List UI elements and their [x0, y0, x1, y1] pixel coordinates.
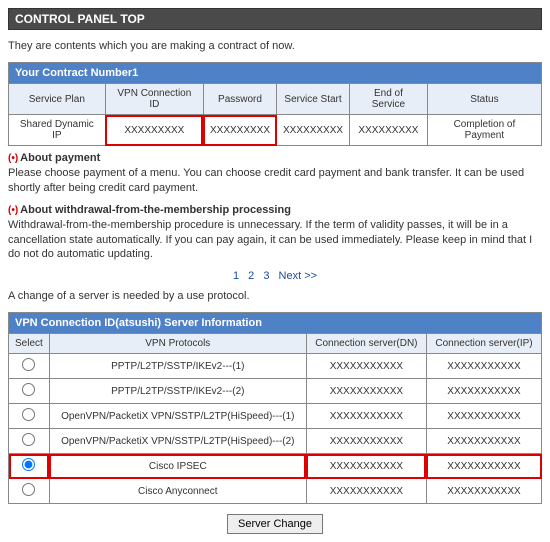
- ip-cell: XXXXXXXXXXX: [426, 479, 541, 504]
- note-payment-body: Please choose payment of a menu. You can…: [8, 166, 542, 196]
- select-radio[interactable]: [22, 358, 35, 371]
- col-password: Password: [203, 84, 276, 115]
- protocol-note: A change of a server is needed by a use …: [8, 290, 542, 302]
- page-2-link[interactable]: 2: [248, 270, 254, 282]
- server-row: Cisco IPSECXXXXXXXXXXXXXXXXXXXXXX: [9, 454, 542, 479]
- server-row: PPTP/L2TP/SSTP/IKEv2---(2)XXXXXXXXXXXXXX…: [9, 379, 542, 404]
- select-radio[interactable]: [22, 458, 35, 471]
- dn-cell: XXXXXXXXXXX: [306, 404, 426, 429]
- server-change-button[interactable]: Server Change: [227, 514, 323, 534]
- cell-password: XXXXXXXXX: [203, 115, 276, 146]
- note-withdraw-head: About withdrawal-from-the-membership pro…: [8, 204, 542, 216]
- col-select: Select: [9, 334, 50, 354]
- ip-cell: XXXXXXXXXXX: [426, 454, 541, 479]
- col-start: Service Start: [277, 84, 350, 115]
- proto-cell: Cisco Anyconnect: [49, 479, 306, 504]
- cell-plan: Shared Dynamic IP: [9, 115, 106, 146]
- select-radio[interactable]: [22, 383, 35, 396]
- server-row: PPTP/L2TP/SSTP/IKEv2---(1)XXXXXXXXXXXXXX…: [9, 354, 542, 379]
- dn-cell: XXXXXXXXXXX: [306, 379, 426, 404]
- select-radio[interactable]: [22, 433, 35, 446]
- server-row: OpenVPN/PacketiX VPN/SSTP/L2TP(HiSpeed)-…: [9, 429, 542, 454]
- cell-start: XXXXXXXXX: [277, 115, 350, 146]
- dn-cell: XXXXXXXXXXX: [306, 354, 426, 379]
- page-3-link[interactable]: 3: [263, 270, 269, 282]
- note-payment-head: About payment: [8, 152, 542, 164]
- select-cell: [9, 354, 50, 379]
- select-cell: [9, 454, 50, 479]
- proto-cell: PPTP/L2TP/SSTP/IKEv2---(2): [49, 379, 306, 404]
- col-ip: Connection server(IP): [426, 334, 541, 354]
- contract-table: Your Contract Number1 Service Plan VPN C…: [8, 62, 542, 146]
- page-1-link[interactable]: 1: [233, 270, 239, 282]
- ip-cell: XXXXXXXXXXX: [426, 404, 541, 429]
- server-row: OpenVPN/PacketiX VPN/SSTP/L2TP(HiSpeed)-…: [9, 404, 542, 429]
- proto-cell: OpenVPN/PacketiX VPN/SSTP/L2TP(HiSpeed)-…: [49, 404, 306, 429]
- ip-cell: XXXXXXXXXXX: [426, 354, 541, 379]
- col-dn: Connection server(DN): [306, 334, 426, 354]
- contract-row: Shared Dynamic IP XXXXXXXXX XXXXXXXXX XX…: [9, 115, 542, 146]
- dn-cell: XXXXXXXXXXX: [306, 479, 426, 504]
- ip-cell: XXXXXXXXXXX: [426, 429, 541, 454]
- ip-cell: XXXXXXXXXXX: [426, 379, 541, 404]
- col-status: Status: [427, 84, 541, 115]
- server-table: VPN Connection ID(atsushi) Server Inform…: [8, 312, 542, 504]
- proto-cell: Cisco IPSEC: [49, 454, 306, 479]
- dn-cell: XXXXXXXXXXX: [306, 429, 426, 454]
- select-cell: [9, 429, 50, 454]
- col-proto: VPN Protocols: [49, 334, 306, 354]
- col-vpnid: VPN Connection ID: [105, 84, 203, 115]
- select-cell: [9, 404, 50, 429]
- server-row: Cisco AnyconnectXXXXXXXXXXXXXXXXXXXXXX: [9, 479, 542, 504]
- cell-vpnid: XXXXXXXXX: [105, 115, 203, 146]
- select-radio[interactable]: [22, 483, 35, 496]
- page-title: CONTROL PANEL TOP: [8, 8, 542, 30]
- select-cell: [9, 379, 50, 404]
- contract-header: Your Contract Number1: [9, 63, 542, 84]
- select-radio[interactable]: [22, 408, 35, 421]
- cell-status: Completion of Payment: [427, 115, 541, 146]
- page-next-link[interactable]: Next >>: [279, 270, 318, 282]
- col-plan: Service Plan: [9, 84, 106, 115]
- col-end: End of Service: [350, 84, 428, 115]
- proto-cell: OpenVPN/PacketiX VPN/SSTP/L2TP(HiSpeed)-…: [49, 429, 306, 454]
- proto-cell: PPTP/L2TP/SSTP/IKEv2---(1): [49, 354, 306, 379]
- dn-cell: XXXXXXXXXXX: [306, 454, 426, 479]
- select-cell: [9, 479, 50, 504]
- note-withdraw-body: Withdrawal-from-the-membership procedure…: [8, 218, 542, 263]
- pager: 1 2 3 Next >>: [8, 270, 542, 282]
- cell-end: XXXXXXXXX: [350, 115, 428, 146]
- server-header: VPN Connection ID(atsushi) Server Inform…: [9, 313, 542, 334]
- intro-text: They are contents which you are making a…: [8, 40, 542, 52]
